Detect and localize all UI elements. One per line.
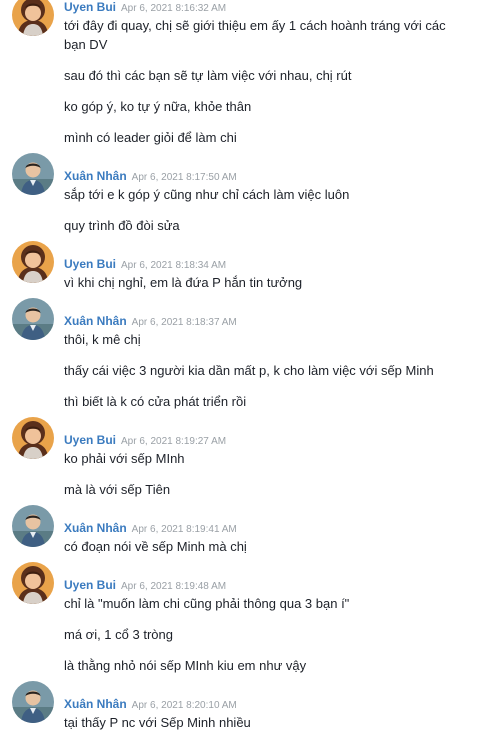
message-header: Xuân Nhân Apr 6, 2021 8:17:50 AM xyxy=(64,169,237,185)
chat-log: Uyen Bui Apr 6, 2021 8:16:32 AM tới đây đi… xyxy=(0,0,492,730)
message-header: Xuân Nhân Apr 6, 2021 8:19:41 AM xyxy=(64,521,237,537)
avatar-woman-icon[interactable] xyxy=(12,417,54,459)
message-text: chỉ là "muốn làm chi cũng phải thông qua… xyxy=(64,596,350,611)
timestamp: Apr 6, 2021 8:19:41 AM xyxy=(131,524,237,535)
message-text: sau đó thì các bạn sẽ tự làm việc với nh… xyxy=(64,68,352,83)
timestamp: Apr 6, 2021 8:20:10 AM xyxy=(131,700,237,711)
sender-name[interactable]: Xuân Nhân xyxy=(64,521,127,535)
message-text: mình có leader giỏi để làm chi xyxy=(64,130,237,145)
avatar-man-icon[interactable] xyxy=(12,505,54,547)
message-text: quy trình đồ đòi sửa xyxy=(64,218,180,233)
sender-name[interactable]: Uyen Bui xyxy=(64,433,116,447)
avatar-man-icon[interactable] xyxy=(12,681,54,723)
message-text: ko phải với sếp MInh xyxy=(64,451,185,466)
message-header: Uyen Bui Apr 6, 2021 8:19:48 AM xyxy=(64,578,226,594)
message-text: là thằng nhỏ nói sếp MInh kiu em như vậy xyxy=(64,658,307,673)
message-text: má ơi, 1 cổ 3 tròng xyxy=(64,627,173,642)
message-text: vì khi chị nghỉ, em là đứa P hắn tin tưở… xyxy=(64,275,303,290)
avatar-woman-icon[interactable] xyxy=(12,562,54,604)
message-header: Xuân Nhân Apr 6, 2021 8:20:10 AM xyxy=(64,697,237,713)
sender-name[interactable]: Xuân Nhân xyxy=(64,697,127,711)
sender-name[interactable]: Uyen Bui xyxy=(64,257,116,271)
message-text: thôi, k mê chị xyxy=(64,332,141,347)
timestamp: Apr 6, 2021 8:17:50 AM xyxy=(131,172,237,183)
timestamp: Apr 6, 2021 8:18:37 AM xyxy=(131,317,237,328)
message-header: Uyen Bui Apr 6, 2021 8:16:32 AM xyxy=(64,0,226,16)
sender-name[interactable]: Xuân Nhân xyxy=(64,169,127,183)
timestamp: Apr 6, 2021 8:19:48 AM xyxy=(121,581,227,592)
timestamp: Apr 6, 2021 8:19:27 AM xyxy=(121,436,227,447)
message-header: Uyen Bui Apr 6, 2021 8:19:27 AM xyxy=(64,433,226,449)
message-header: Xuân Nhân Apr 6, 2021 8:18:37 AM xyxy=(64,314,237,330)
sender-name[interactable]: Uyen Bui xyxy=(64,578,116,592)
avatar-man-icon[interactable] xyxy=(12,153,54,195)
avatar-woman-icon[interactable] xyxy=(12,241,54,283)
message-header: Uyen Bui Apr 6, 2021 8:18:34 AM xyxy=(64,257,226,273)
timestamp: Apr 6, 2021 8:16:32 AM xyxy=(121,3,227,14)
avatar-man-icon[interactable] xyxy=(12,298,54,340)
sender-name[interactable]: Xuân Nhân xyxy=(64,314,127,328)
message-text: thấy cái việc 3 người kia dần mất p, k c… xyxy=(64,363,434,378)
message-text: sắp tới e k góp ý cũng như chỉ cách làm … xyxy=(64,187,350,202)
message-text: tại thấy P nc với Sếp Minh nhiều xyxy=(64,715,251,730)
timestamp: Apr 6, 2021 8:18:34 AM xyxy=(121,260,227,271)
message-text: có đoạn nói về sếp Minh mà chị xyxy=(64,539,247,554)
message-text: mà là với sếp Tiên xyxy=(64,482,171,497)
sender-name[interactable]: Uyen Bui xyxy=(64,0,116,14)
message-text: thì biết là k có cửa phát triển rồi xyxy=(64,394,247,409)
avatar-woman-icon[interactable] xyxy=(12,0,54,36)
message-text: tới đây đi quay, chị sẽ giới thiệu em ấy… xyxy=(64,18,446,52)
message-text: ko góp ý, ko tự ý nữa, khỏe thân xyxy=(64,99,252,114)
